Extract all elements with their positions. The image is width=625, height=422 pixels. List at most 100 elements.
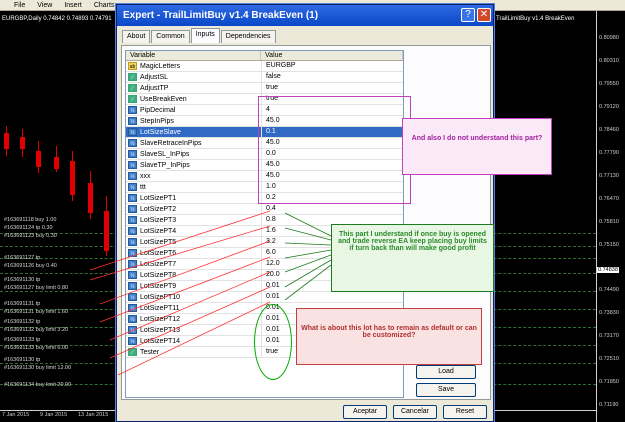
tab-strip: About Common Inputs Dependencies [122,28,277,43]
help-button[interactable]: ? [461,8,475,22]
menu-file[interactable]: File [14,2,25,9]
column-value[interactable]: Value [261,51,403,60]
number-icon: ½ [128,216,137,224]
param-name-cell: ½ LotSizePT2 [126,205,261,213]
reset-button[interactable]: Reset [443,405,487,419]
param-name-cell: ½ LotSizePT8 [126,271,261,279]
number-icon: ½ [128,172,137,180]
order-label: #163691132 tp [4,319,41,325]
param-name-cell: ⁄ UseBreakEven [126,95,261,103]
param-name: LotSizePT4 [140,227,177,235]
param-name: UseBreakEven [140,95,187,103]
param-name: LotSizePT14 [140,337,181,345]
bool-icon: ⁄ [128,95,137,103]
ok-button[interactable]: Aceptar [343,405,387,419]
highlight-box-slave [258,96,411,204]
price-tick: 0.79550 [599,81,619,87]
param-name-cell: ½ LotSizePT7 [126,260,261,268]
param-name-cell: ½ LotSizePT1 [126,194,261,202]
date-tick: 9 Jan 2015 [40,412,68,418]
number-icon: ½ [128,150,137,158]
annotation-note-3: What is about this lot has to remain as … [296,308,482,365]
price-tick: 0.73170 [599,333,619,339]
order-label: #163691130 buy limit 12.00 [4,365,72,371]
price-tick: 0.75810 [599,219,619,225]
param-name-cell: ½ LotSizePT10 [126,293,261,301]
order-label: #163691131 tp [4,301,41,307]
param-row[interactable]: ⁄ AdjustSL false [126,71,403,83]
highlight-ellipse [254,304,292,380]
number-icon: ½ [128,337,137,345]
number-icon: ½ [128,139,137,147]
cancel-button[interactable]: Cancelar [393,405,437,419]
param-name-cell: ⁄ AdjustTP [126,84,261,92]
param-name-cell: ½ StepInPips [126,117,261,125]
price-tick: 0.78460 [599,127,619,133]
number-icon: ½ [128,227,137,235]
price-tick: 0.72510 [599,356,619,362]
number-icon: ½ [128,238,137,246]
price-tick: 0.77790 [599,150,619,156]
param-name-cell: ½ ttt [126,183,261,191]
menu-view[interactable]: View [37,2,52,9]
order-label: #163691134 buy limit 20.00 [4,382,72,388]
order-label: #163691123 buy 0.30 [4,233,57,239]
param-name: LotSizePT1 [140,194,177,202]
param-name-cell: ½ SlaveSL_InPips [126,150,261,158]
param-row[interactable]: ⁄ AdjustTP true [126,82,403,94]
param-row[interactable]: ½ LotSizePT2 0.4 [126,203,403,215]
chart-expert-title: TrailLimitBuy v1.4 BreakEven [496,16,575,22]
param-name: LotSizePT5 [140,238,177,246]
number-icon: ½ [128,271,137,279]
number-icon: ½ [128,326,137,334]
param-name-cell: ½ PipDecimal [126,106,261,114]
price-tick: 0.74490 [599,287,619,293]
menu-charts[interactable]: Charts [94,2,115,9]
dialog-title: Expert - TrailLimitBuy v1.4 BreakEven (1… [123,10,319,21]
param-name-cell: ½ SlaveTP_InPips [126,161,261,169]
load-button[interactable]: Load [416,365,476,379]
param-name-cell: ½ LotSizePT11 [126,304,261,312]
grid-header: Variable Value [126,51,403,61]
tab-inputs[interactable]: Inputs [190,28,220,43]
param-name: ttt [140,183,146,191]
price-tick: 0.79120 [599,104,619,110]
ab-icon: ab [128,62,137,70]
price-tick: 0.80980 [599,35,619,41]
param-value[interactable]: true [261,82,403,94]
price-tick: 0.71190 [599,402,619,408]
number-icon: ½ [128,282,137,290]
param-name-cell: ½ LotSizePT13 [126,326,261,334]
price-tick: 0.80310 [599,58,619,64]
param-value[interactable]: false [261,71,403,83]
param-name-cell: ½ xxx [126,172,261,180]
tab-about[interactable]: About [122,30,151,43]
dialog-titlebar[interactable]: Expert - TrailLimitBuy v1.4 BreakEven (1… [117,5,493,26]
param-name: xxx [140,172,151,180]
order-label: #163691131 buy limit 1.60 [4,309,69,315]
close-button[interactable]: ✕ [477,8,491,22]
param-value[interactable]: 0.01 [261,291,403,303]
number-icon: ½ [128,205,137,213]
param-value[interactable]: EURGBP [261,60,403,72]
column-variable[interactable]: Variable [126,51,262,60]
param-value[interactable]: 0.4 [261,203,403,215]
date-tick: 13 Jan 2015 [78,412,109,418]
number-icon: ½ [128,304,137,312]
param-row[interactable]: ab MagicLetters EURGBP [126,60,403,72]
param-name-cell: ½ LotSizePT5 [126,238,261,246]
param-name: LotSizePT10 [140,293,181,301]
menu-insert[interactable]: Insert [64,2,82,9]
order-label: #163691133 tp [4,337,41,343]
param-name-cell: ½ LotSizePT14 [126,337,261,345]
tab-dependencies[interactable]: Dependencies [220,30,276,43]
annotation-note-2: This part I understand if once buy is op… [331,224,494,292]
tab-common[interactable]: Common [151,30,190,43]
param-name-cell: ½ SlaveRetraceInPips [126,139,261,147]
number-icon: ½ [128,117,137,125]
param-name: MagicLetters [140,62,181,70]
save-button[interactable]: Save [416,383,476,397]
order-label: #163691127 buy limit 0.80 [4,285,69,291]
price-tick: 0.76470 [599,196,619,202]
param-row[interactable]: ½ LotSizePT10 0.01 [126,291,403,303]
